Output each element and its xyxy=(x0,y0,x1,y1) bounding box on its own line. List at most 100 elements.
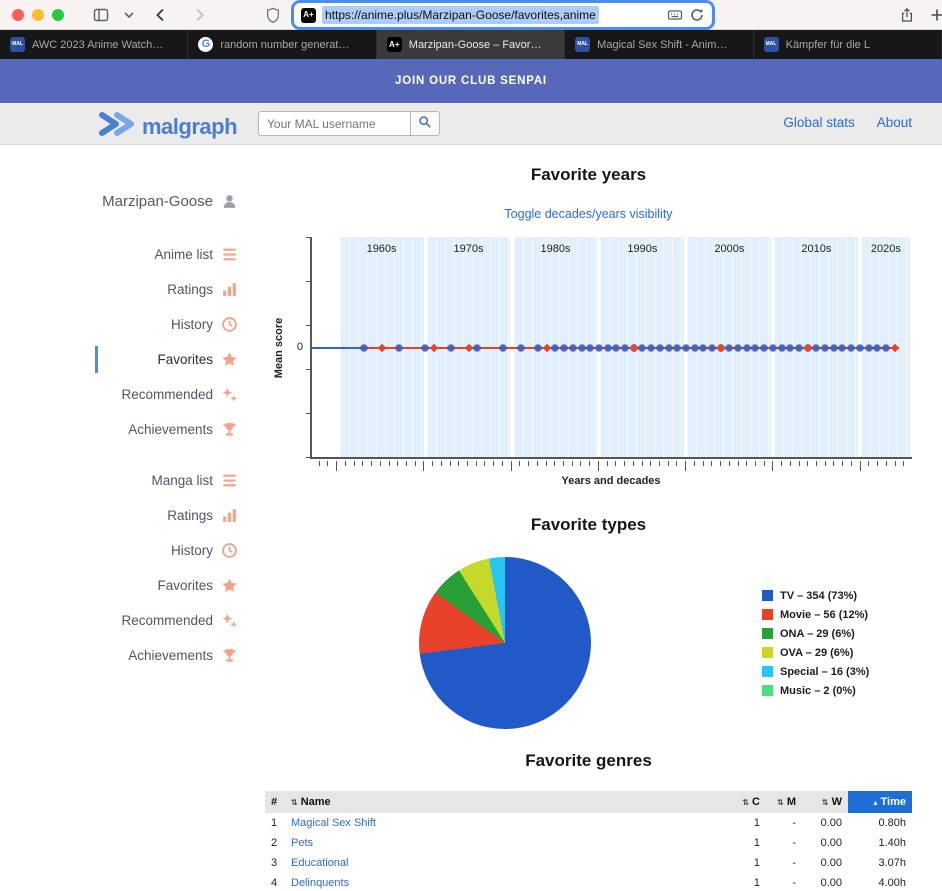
genres-column-name[interactable]: ⇅ Name xyxy=(285,791,730,813)
data-point[interactable] xyxy=(395,345,402,351)
data-point[interactable] xyxy=(735,345,742,351)
sidebar-toggle-icon[interactable] xyxy=(92,6,110,24)
share-icon[interactable] xyxy=(898,6,916,24)
data-point[interactable] xyxy=(709,345,715,351)
genre-link[interactable]: Delinquents xyxy=(291,877,349,889)
search-button[interactable] xyxy=(410,111,440,136)
sidebar-item-anime-list[interactable]: Anime list xyxy=(95,241,250,268)
sidebar-item-achievements[interactable]: Achievements xyxy=(95,416,250,443)
minimize-button[interactable] xyxy=(32,9,44,21)
genre-link[interactable]: Educational xyxy=(291,857,349,869)
types-pie[interactable] xyxy=(419,557,591,729)
data-point[interactable] xyxy=(448,345,455,351)
new-tab-icon[interactable] xyxy=(928,6,942,24)
data-point[interactable] xyxy=(569,345,576,351)
legend-item-movie[interactable]: Movie – 56 (12%) xyxy=(762,609,869,621)
data-point[interactable] xyxy=(848,345,855,351)
data-point[interactable] xyxy=(604,345,611,351)
data-point[interactable] xyxy=(752,345,759,351)
data-point[interactable] xyxy=(422,345,429,351)
data-point[interactable] xyxy=(865,345,872,351)
sidebar-item-recommended[interactable]: Recommended xyxy=(95,607,250,634)
data-point[interactable] xyxy=(622,345,629,351)
data-point[interactable] xyxy=(682,345,689,351)
data-point[interactable] xyxy=(552,345,559,351)
genres-column-time[interactable]: ▴ Time xyxy=(848,791,912,813)
data-point[interactable] xyxy=(726,345,733,351)
club-banner-text[interactable]: JOIN OUR CLUB SENPAI xyxy=(395,75,547,87)
malgraph-logo[interactable]: malgraph xyxy=(96,111,238,142)
data-point[interactable] xyxy=(595,345,602,351)
data-point[interactable] xyxy=(517,345,524,351)
data-point[interactable] xyxy=(500,345,507,351)
about-link[interactable]: About xyxy=(877,115,912,130)
privacy-shield-icon[interactable] xyxy=(264,6,282,24)
data-point[interactable] xyxy=(648,345,655,351)
sidebar-item-recommended[interactable]: Recommended xyxy=(95,381,250,408)
data-point[interactable] xyxy=(361,345,368,351)
data-point[interactable] xyxy=(743,345,750,351)
browser-tab[interactable]: A+ Marzipan-Goose – Favor… xyxy=(376,30,566,59)
data-point[interactable] xyxy=(769,345,776,351)
data-point[interactable] xyxy=(778,345,785,351)
data-point[interactable] xyxy=(839,345,846,351)
data-point[interactable] xyxy=(761,345,768,351)
data-point[interactable] xyxy=(535,345,542,351)
data-point[interactable] xyxy=(700,345,707,351)
data-point[interactable] xyxy=(665,345,672,351)
legend-item-music[interactable]: Music – 2 (0%) xyxy=(762,685,869,697)
sidebar-item-achievements[interactable]: Achievements xyxy=(95,642,250,669)
data-point[interactable] xyxy=(656,345,663,351)
data-point[interactable] xyxy=(787,345,794,351)
x-axis-tick xyxy=(868,461,870,466)
data-point[interactable] xyxy=(639,345,646,351)
legend-item-tv[interactable]: TV – 354 (73%) xyxy=(762,590,869,602)
close-button[interactable] xyxy=(12,9,24,21)
mal-username-input[interactable] xyxy=(258,111,410,136)
data-point[interactable] xyxy=(691,345,698,351)
legend-item-ova[interactable]: OVA – 29 (6%) xyxy=(762,647,869,659)
sidebar-item-manga-list[interactable]: Manga list xyxy=(95,467,250,494)
back-icon[interactable] xyxy=(152,6,170,24)
data-point[interactable] xyxy=(613,345,620,351)
genres-column-m[interactable]: ⇅ M xyxy=(766,791,802,813)
browser-tab[interactable]: MAL Magical Sex Shift - Anim… xyxy=(565,30,754,59)
sidebar-item-history[interactable]: History xyxy=(95,537,250,564)
sidebar-item-favorites[interactable]: Favorites xyxy=(95,572,250,599)
toggle-visibility-link[interactable]: Toggle decades/years visibility xyxy=(504,207,672,221)
browser-tab[interactable]: Grandom number generat… xyxy=(188,30,377,59)
genres-column-w[interactable]: ⇅ W xyxy=(802,791,848,813)
data-point[interactable] xyxy=(830,345,837,351)
sidebar-item-ratings[interactable]: Ratings xyxy=(95,502,250,529)
data-point[interactable] xyxy=(813,345,820,351)
data-point[interactable] xyxy=(882,345,889,351)
forward-icon[interactable] xyxy=(190,6,208,24)
reload-icon[interactable] xyxy=(689,7,705,23)
x-axis-tick xyxy=(737,461,739,466)
data-point[interactable] xyxy=(822,345,829,351)
legend-item-special[interactable]: Special – 16 (3%) xyxy=(762,666,869,678)
browser-tab[interactable]: MAL AWC 2023 Anime Watch… xyxy=(0,30,189,59)
genre-link[interactable]: Pets xyxy=(291,837,313,849)
zoom-button[interactable] xyxy=(52,9,64,21)
sidebar-item-ratings[interactable]: Ratings xyxy=(95,276,250,303)
genres-column-c[interactable]: ⇅ C xyxy=(730,791,766,813)
genre-link[interactable]: Magical Sex Shift xyxy=(291,817,376,829)
data-point[interactable] xyxy=(474,345,481,351)
data-point[interactable] xyxy=(561,345,568,351)
browser-tab[interactable]: MAL Kämpfer für die L xyxy=(753,30,942,59)
data-point[interactable] xyxy=(587,345,594,351)
data-point[interactable] xyxy=(795,345,802,351)
autofill-keyboard-icon[interactable] xyxy=(667,7,683,23)
data-point[interactable] xyxy=(578,345,585,351)
legend-item-ona[interactable]: ONA – 29 (6%) xyxy=(762,628,869,640)
sidebar-username[interactable]: Marzipan-Goose xyxy=(0,189,250,213)
global-stats-link[interactable]: Global stats xyxy=(783,115,854,130)
chevron-down-icon[interactable] xyxy=(120,6,138,24)
sidebar-item-favorites[interactable]: Favorites xyxy=(95,346,250,373)
data-point[interactable] xyxy=(874,345,881,351)
data-point[interactable] xyxy=(856,345,863,351)
address-bar[interactable]: A+ https://anime.plus/Marzipan-Goose/fav… xyxy=(294,3,712,27)
data-point[interactable] xyxy=(674,345,681,351)
sidebar-item-history[interactable]: History xyxy=(95,311,250,338)
